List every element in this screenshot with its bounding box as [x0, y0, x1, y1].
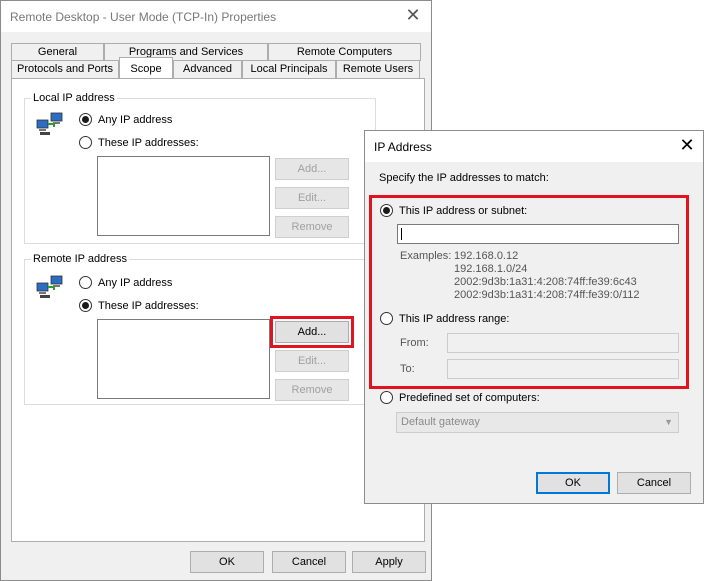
- subnet-radio-label: This IP address or subnet:: [399, 204, 528, 217]
- local-add-button[interactable]: Add...: [275, 158, 349, 180]
- local-any-ip-radio[interactable]: Any IP address: [79, 113, 172, 126]
- dialog-ok-button[interactable]: OK: [536, 472, 610, 494]
- predefined-radio-label: Predefined set of computers:: [399, 391, 540, 404]
- remote-ip-listbox[interactable]: [97, 319, 270, 399]
- remote-ip-group: Remote IP address Any IP address These I…: [24, 253, 376, 405]
- predefined-radio[interactable]: Predefined set of computers:: [380, 391, 540, 404]
- remote-any-ip-radio[interactable]: Any IP address: [79, 276, 172, 289]
- ip-address-dialog: IP Address ✕ Specify the IP addresses to…: [364, 130, 704, 504]
- tab-general[interactable]: General: [11, 43, 104, 61]
- window-title: Remote Desktop - User Mode (TCP-In) Prop…: [10, 10, 277, 24]
- subnet-radio[interactable]: This IP address or subnet:: [380, 204, 527, 217]
- range-from-input[interactable]: [447, 333, 679, 353]
- subnet-input[interactable]: [397, 224, 679, 244]
- apply-button[interactable]: Apply: [352, 551, 426, 573]
- tab-protocols-and-ports[interactable]: Protocols and Ports: [11, 60, 119, 78]
- ok-button[interactable]: OK: [190, 551, 264, 573]
- scope-tab-panel: Local IP address Any IP address These IP…: [11, 78, 425, 542]
- dialog-title: IP Address: [374, 140, 432, 154]
- example-line: 192.168.1.0/24: [454, 263, 528, 275]
- radio-indicator: [79, 276, 92, 289]
- highlight-box: [270, 316, 354, 348]
- radio-indicator: [79, 299, 92, 312]
- example-line: 2002:9d3b:1a31:4:208:74ff:fe39:0/112: [454, 289, 640, 301]
- local-remove-button[interactable]: Remove: [275, 216, 349, 238]
- remote-these-ip-label: These IP addresses:: [98, 299, 199, 312]
- tab-row-top: General Programs and Services Remote Com…: [11, 43, 421, 61]
- tab-advanced[interactable]: Advanced: [173, 60, 242, 78]
- text-cursor: [401, 228, 402, 240]
- local-these-ip-radio[interactable]: These IP addresses:: [79, 136, 199, 149]
- local-these-ip-label: These IP addresses:: [98, 136, 199, 149]
- tab-row-bottom: Protocols and Ports Scope Advanced Local…: [11, 57, 420, 78]
- local-any-ip-label: Any IP address: [98, 113, 173, 126]
- radio-indicator: [380, 391, 393, 404]
- tab-remote-users[interactable]: Remote Users: [336, 60, 420, 78]
- network-computers-icon: [36, 112, 63, 135]
- predefined-select[interactable]: Default gateway ▼: [396, 412, 679, 433]
- title-bar: Remote Desktop - User Mode (TCP-In) Prop…: [1, 1, 431, 32]
- radio-indicator: [79, 136, 92, 149]
- radio-indicator: [79, 113, 92, 126]
- dialog-cancel-button[interactable]: Cancel: [617, 472, 691, 494]
- range-radio[interactable]: This IP address range:: [380, 312, 509, 325]
- radio-indicator: [380, 204, 393, 217]
- range-radio-label: This IP address range:: [399, 312, 510, 325]
- network-computers-icon: [36, 275, 63, 298]
- chevron-down-icon: ▼: [664, 417, 673, 427]
- tab-local-principals[interactable]: Local Principals: [242, 60, 336, 78]
- example-line: 192.168.0.12: [454, 250, 519, 262]
- local-ip-group-label: Local IP address: [31, 92, 117, 104]
- tab-scope[interactable]: Scope: [119, 57, 173, 78]
- remote-these-ip-radio[interactable]: These IP addresses:: [79, 299, 199, 312]
- remote-ip-group-label: Remote IP address: [31, 253, 129, 265]
- remote-edit-button[interactable]: Edit...: [275, 350, 349, 372]
- to-label: To:: [400, 363, 415, 375]
- example-line: 2002:9d3b:1a31:4:208:74ff:fe39:6c43: [454, 276, 637, 288]
- tab-remote-computers[interactable]: Remote Computers: [268, 43, 421, 61]
- radio-indicator: [380, 312, 393, 325]
- range-to-input[interactable]: [447, 359, 679, 379]
- predefined-select-value: Default gateway: [401, 416, 480, 428]
- cancel-button[interactable]: Cancel: [272, 551, 346, 573]
- dialog-title-bar: IP Address ✕: [365, 131, 703, 162]
- from-label: From:: [400, 337, 429, 349]
- instruction-text: Specify the IP addresses to match:: [379, 172, 549, 184]
- close-icon[interactable]: ✕: [677, 136, 697, 156]
- local-edit-button[interactable]: Edit...: [275, 187, 349, 209]
- remote-remove-button[interactable]: Remove: [275, 379, 349, 401]
- local-ip-group: Local IP address Any IP address These IP…: [24, 92, 376, 244]
- examples-label: Examples:: [400, 250, 452, 262]
- close-icon[interactable]: ✕: [403, 6, 423, 26]
- local-ip-listbox[interactable]: [97, 156, 270, 236]
- remote-any-ip-label: Any IP address: [98, 276, 173, 289]
